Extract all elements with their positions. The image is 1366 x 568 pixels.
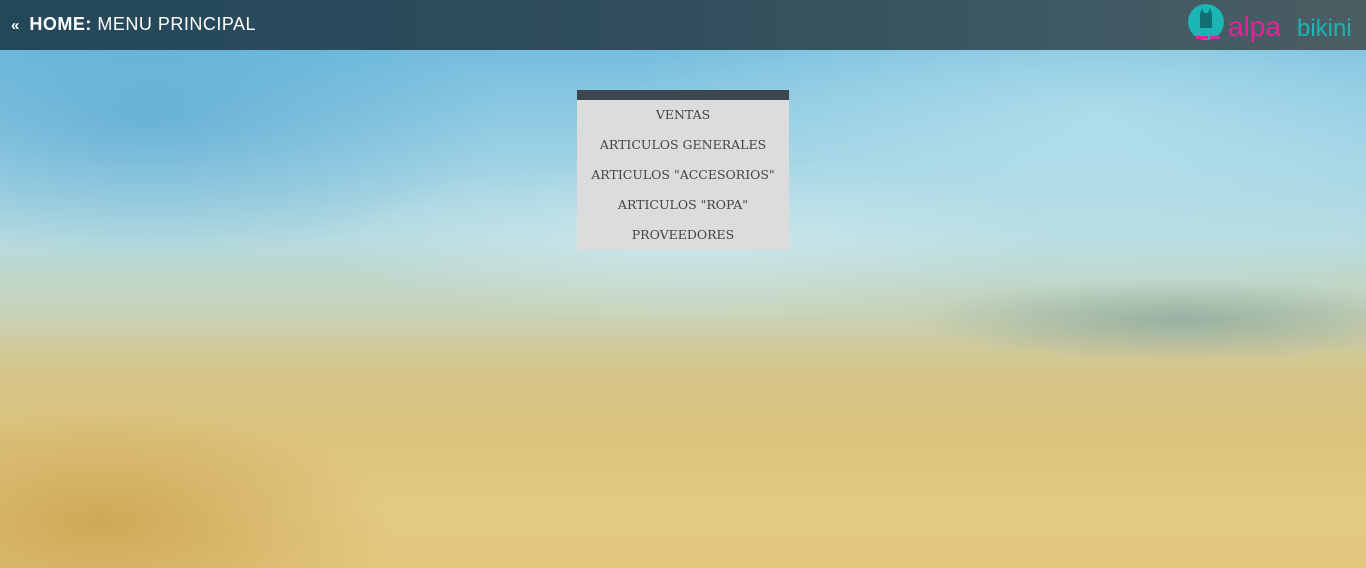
main-menu: VENTAS ARTICULOS GENERALES ARTICULOS "AC… [577, 90, 789, 250]
app-page: « HOME: MENU PRINCIPAL alpa bikini VENTA… [0, 0, 1366, 568]
menu-item-articulos-accesorios[interactable]: ARTICULOS "ACCESORIOS" [577, 160, 789, 190]
logo-word-primary: alpa [1228, 11, 1281, 42]
home-link[interactable]: HOME: [29, 14, 92, 34]
brand-logo[interactable]: alpa bikini [1184, 2, 1364, 48]
menu-list: VENTAS ARTICULOS GENERALES ARTICULOS "AC… [577, 100, 789, 250]
menu-item-articulos-generales[interactable]: ARTICULOS GENERALES [577, 130, 789, 160]
logo-word-secondary: bikini [1297, 15, 1352, 42]
menu-item-proveedores[interactable]: PROVEEDORES [577, 220, 789, 250]
menu-item-ventas[interactable]: VENTAS [577, 100, 789, 130]
top-bar: « HOME: MENU PRINCIPAL alpa bikini [0, 0, 1366, 50]
menu-header-bar [577, 90, 789, 100]
back-arrow-icon[interactable]: « [11, 17, 20, 34]
page-title: MENU PRINCIPAL [97, 14, 257, 34]
menu-item-articulos-ropa[interactable]: ARTICULOS "ROPA" [577, 190, 789, 220]
breadcrumb: « HOME: MENU PRINCIPAL [11, 14, 256, 36]
